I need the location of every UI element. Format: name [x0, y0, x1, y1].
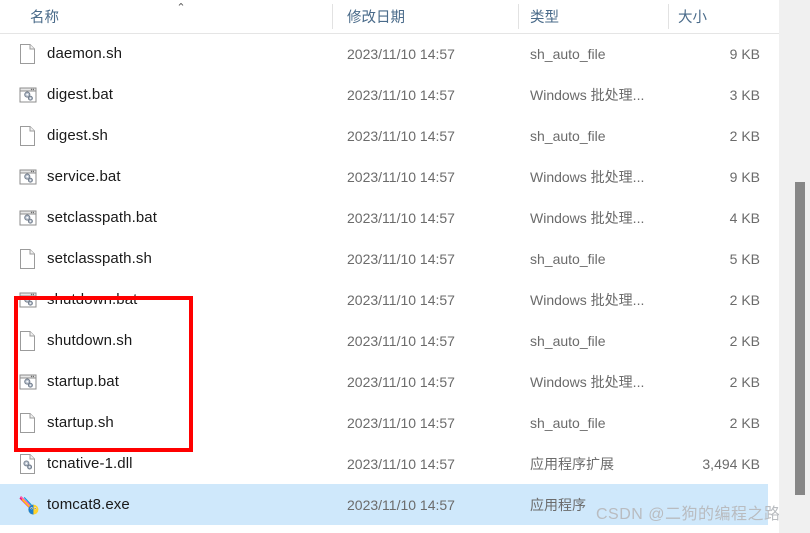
plain-file-icon	[18, 125, 38, 147]
file-row[interactable]: service.bat 2023/11/10 14:57 Windows 批处理..…	[0, 156, 768, 197]
file-type: sh_auto_file	[530, 127, 606, 144]
sort-ascending-chevron-up-icon: ⌃	[176, 1, 186, 14]
file-name-cell[interactable]: setclasspath.sh	[18, 248, 152, 270]
batch-file-icon	[18, 289, 38, 311]
file-row[interactable]: setclasspath.bat 2023/11/10 14:57 Windows …	[0, 197, 768, 238]
file-date-modified: 2023/11/10 14:57	[347, 250, 455, 267]
file-row[interactable]: startup.bat 2023/11/10 14:57 Windows 批处理..…	[0, 361, 768, 402]
column-header-name-label: 名称	[30, 10, 59, 26]
file-size: 2 KB	[729, 291, 760, 308]
file-explorer-window: 名称 修改日期 类型 大小 ⌃ daemon.sh 2023/11/10 14:5…	[0, 0, 810, 533]
batch-file-icon	[18, 84, 38, 106]
file-size: 3 KB	[729, 86, 760, 103]
file-date-modified: 2023/11/10 14:57	[347, 496, 455, 513]
batch-file-icon	[18, 371, 38, 393]
file-date-modified: 2023/11/10 14:57	[347, 209, 455, 226]
file-type: sh_auto_file	[530, 332, 606, 349]
column-header-type[interactable]: 类型	[530, 0, 559, 33]
file-name-cell[interactable]: service.bat	[18, 166, 121, 188]
file-name-label: shutdown.sh	[47, 332, 133, 349]
column-header-date-label: 修改日期	[347, 10, 405, 26]
file-date-modified: 2023/11/10 14:57	[347, 168, 455, 185]
file-date-modified: 2023/11/10 14:57	[347, 291, 455, 308]
file-name-cell[interactable]: digest.sh	[18, 125, 108, 147]
file-row[interactable]: shutdown.sh 2023/11/10 14:57 sh_auto_file 2…	[0, 320, 768, 361]
file-row[interactable]: daemon.sh 2023/11/10 14:57 sh_auto_file 9 K…	[0, 33, 768, 74]
column-header-row: 名称 修改日期 类型 大小 ⌃	[0, 0, 779, 34]
tomcat-app-icon	[18, 494, 39, 516]
file-type: 应用程序	[530, 496, 586, 513]
file-name-label: digest.sh	[47, 127, 108, 144]
vertical-scrollbar-track[interactable]	[779, 0, 810, 533]
file-name-cell[interactable]: startup.bat	[18, 371, 119, 393]
file-name-cell[interactable]: tomcat8.exe	[18, 494, 130, 516]
file-size: 2 KB	[729, 414, 760, 431]
file-size: 9 KB	[729, 45, 760, 62]
file-name-label: tomcat8.exe	[47, 496, 130, 513]
file-row[interactable]: digest.sh 2023/11/10 14:57 sh_auto_file 2 K…	[0, 115, 768, 156]
file-size: 2 KB	[729, 127, 760, 144]
file-date-modified: 2023/11/10 14:57	[347, 332, 455, 349]
file-name-label: tcnative-1.dll	[47, 455, 133, 472]
file-date-modified: 2023/11/10 14:57	[347, 455, 455, 472]
column-divider-name-date[interactable]	[332, 4, 333, 29]
file-size: 5 KB	[729, 250, 760, 267]
file-date-modified: 2023/11/10 14:57	[347, 373, 455, 390]
file-row[interactable]: shutdown.bat 2023/11/10 14:57 Windows 批处理.…	[0, 279, 768, 320]
plain-file-icon	[18, 248, 38, 270]
file-row[interactable]: tcnative-1.dll 2023/11/10 14:57 应用程序扩展 3,49…	[0, 443, 768, 484]
plain-file-icon	[18, 43, 38, 65]
column-header-type-label: 类型	[530, 10, 559, 26]
file-row[interactable]: setclasspath.sh 2023/11/10 14:57 sh_auto_f…	[0, 238, 768, 279]
file-list: daemon.sh 2023/11/10 14:57 sh_auto_file 9 K…	[0, 33, 779, 533]
file-name-label: setclasspath.sh	[47, 250, 152, 267]
file-date-modified: 2023/11/10 14:57	[347, 45, 455, 62]
file-size: 4 KB	[729, 209, 760, 226]
column-header-name[interactable]: 名称	[30, 0, 59, 33]
file-name-label: shutdown.bat	[47, 291, 138, 308]
dll-file-icon	[18, 453, 38, 475]
file-name-cell[interactable]: daemon.sh	[18, 43, 122, 65]
file-row[interactable]: startup.sh 2023/11/10 14:57 sh_auto_file 2 …	[0, 402, 768, 443]
file-size: 2 KB	[729, 332, 760, 349]
column-header-size-label: 大小	[678, 10, 707, 26]
file-name-label: service.bat	[47, 168, 121, 185]
file-name-label: digest.bat	[47, 86, 114, 103]
file-name-label: daemon.sh	[47, 45, 123, 62]
file-size: 9 KB	[729, 168, 760, 185]
batch-file-icon	[18, 166, 38, 188]
file-name-cell[interactable]: shutdown.sh	[18, 330, 132, 352]
file-name-cell[interactable]: digest.bat	[18, 84, 113, 106]
vertical-scrollbar-thumb[interactable]	[795, 182, 805, 495]
plain-file-icon	[18, 412, 38, 434]
file-date-modified: 2023/11/10 14:57	[347, 127, 455, 144]
file-name-cell[interactable]: setclasspath.bat	[18, 207, 157, 229]
file-type: sh_auto_file	[530, 250, 606, 267]
file-size: 3,494 KB	[702, 455, 760, 472]
file-size: 2 KB	[729, 373, 760, 390]
file-name-label: startup.bat	[47, 373, 119, 390]
column-header-size[interactable]: 大小	[678, 0, 707, 33]
file-date-modified: 2023/11/10 14:57	[347, 86, 455, 103]
column-header-date-modified[interactable]: 修改日期	[347, 0, 405, 33]
file-type: sh_auto_file	[530, 45, 606, 62]
file-name-cell[interactable]: shutdown.bat	[18, 289, 137, 311]
file-name-cell[interactable]: tcnative-1.dll	[18, 453, 133, 475]
file-name-cell[interactable]: startup.sh	[18, 412, 114, 434]
file-name-label: setclasspath.bat	[47, 209, 157, 226]
file-date-modified: 2023/11/10 14:57	[347, 414, 455, 431]
file-row[interactable]: digest.bat 2023/11/10 14:57 Windows 批处理...…	[0, 74, 768, 115]
column-divider-type-size[interactable]	[668, 4, 669, 29]
file-name-label: startup.sh	[47, 414, 114, 431]
plain-file-icon	[18, 330, 38, 352]
column-divider-date-type[interactable]	[518, 4, 519, 29]
batch-file-icon	[18, 207, 38, 229]
file-type: sh_auto_file	[530, 414, 606, 431]
watermark-text: CSDN @二狗的编程之路	[596, 506, 781, 523]
